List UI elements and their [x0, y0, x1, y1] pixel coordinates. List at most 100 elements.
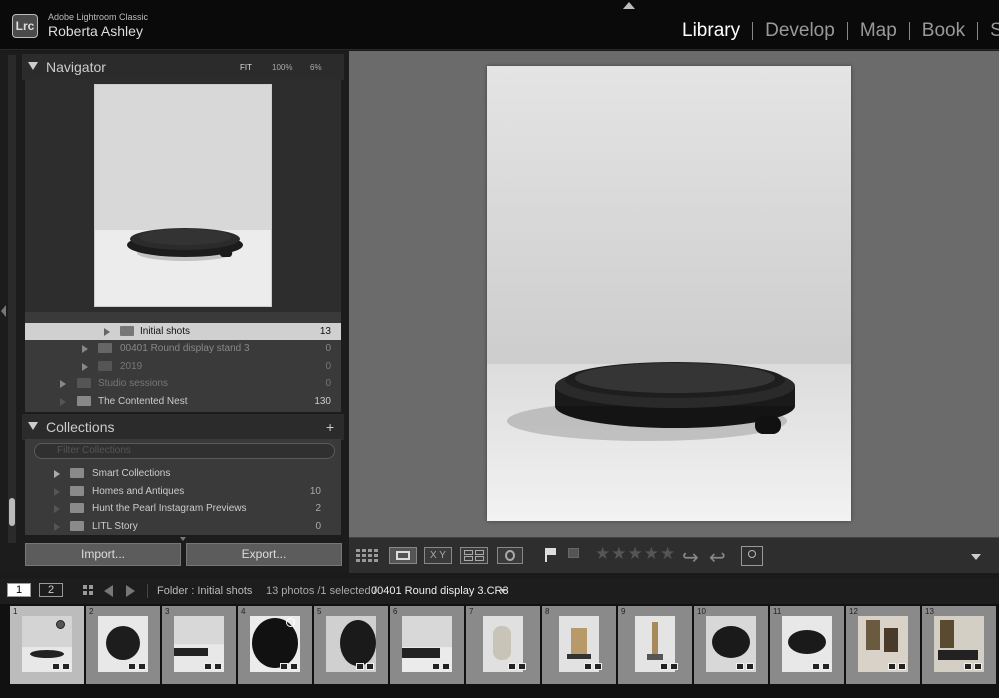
filter-collections-input[interactable]: Filter Collections — [34, 443, 335, 459]
zoom-custom[interactable]: 6% — [310, 63, 322, 72]
collection-badge-icon — [584, 663, 592, 670]
metadata-badge-icon — [62, 663, 70, 670]
module-book[interactable]: Book — [910, 20, 977, 42]
rotate-left-icon[interactable]: ↪ — [682, 545, 699, 570]
thumb-base — [647, 654, 663, 660]
main-photo[interactable] — [487, 66, 851, 521]
filename-dropdown-icon[interactable] — [500, 589, 506, 593]
module-map[interactable]: Map — [848, 20, 909, 42]
metadata-badge-icon — [746, 663, 754, 670]
collection-set-icon — [70, 468, 84, 478]
filmstrip-cell[interactable]: 11 — [770, 606, 844, 684]
filmstrip-cell[interactable]: 7 — [466, 606, 540, 684]
filmstrip-cell[interactable]: 10 — [694, 606, 768, 684]
grid-view-icon[interactable] — [355, 547, 381, 564]
left-panel-scroll-thumb[interactable] — [9, 498, 15, 526]
loupe-view[interactable] — [349, 51, 999, 537]
filmstrip-cell[interactable]: 3 — [162, 606, 236, 684]
expand-arrow-icon[interactable] — [54, 470, 60, 478]
thumbnail — [559, 616, 599, 672]
people-view-icon[interactable] — [497, 547, 523, 564]
module-library[interactable]: Library — [670, 20, 752, 42]
folder-row-initial-shots[interactable]: Initial shots 13 — [25, 323, 341, 340]
zoom-fit[interactable]: FIT — [240, 63, 252, 72]
filmstrip-cell[interactable]: 2 — [86, 606, 160, 684]
filmstrip-cell[interactable]: 6 — [390, 606, 464, 684]
navigator-thumbnail[interactable] — [94, 84, 272, 307]
expand-arrow-icon[interactable] — [54, 488, 60, 496]
expand-arrow-icon[interactable] — [82, 345, 88, 353]
import-button[interactable]: Import... — [25, 543, 181, 566]
more-panels-icon[interactable] — [180, 537, 186, 541]
folder-row-studio-sessions[interactable]: Studio sessions 0 — [25, 375, 341, 392]
collection-count: 2 — [315, 503, 321, 514]
folder-row-round-display[interactable]: 00401 Round display stand 3 0 — [25, 340, 341, 357]
thumb-subject — [866, 620, 880, 650]
filmstrip-cell[interactable]: 4 — [238, 606, 312, 684]
reject-flag-icon[interactable] — [568, 548, 579, 558]
window-1-tab[interactable]: 1 — [7, 583, 31, 597]
back-arrow-icon[interactable] — [104, 585, 113, 597]
module-develop[interactable]: Develop — [753, 20, 847, 42]
filmstrip-cell[interactable]: 9 — [618, 606, 692, 684]
module-slideshow[interactable]: Sl — [978, 20, 999, 42]
collapse-triangle-icon[interactable] — [28, 62, 38, 70]
cell-index: 7 — [469, 607, 474, 616]
selected-filename[interactable]: 00401 Round display 3.CR3 — [371, 585, 509, 597]
thumb-subject — [940, 620, 954, 648]
filmstrip-cell[interactable]: 13 — [922, 606, 996, 684]
expand-arrow-icon[interactable] — [104, 328, 110, 336]
loupe-view-icon[interactable] — [389, 547, 417, 564]
thumb-badge — [286, 618, 295, 627]
folder-row-contented-nest[interactable]: The Contented Nest 130 — [25, 393, 341, 410]
collection-name: LITL Story — [92, 521, 138, 532]
expand-arrow-icon[interactable] — [54, 523, 60, 531]
filmstrip-cell[interactable]: 8 — [542, 606, 616, 684]
toolbar-menu-icon[interactable] — [971, 554, 981, 560]
crop-face-icon[interactable] — [741, 546, 763, 566]
forward-arrow-icon[interactable] — [126, 585, 135, 597]
export-button[interactable]: Export... — [186, 543, 342, 566]
add-collection-icon[interactable]: + — [326, 419, 334, 435]
collapse-top-panel-icon[interactable] — [623, 2, 635, 9]
grid-icon[interactable] — [83, 585, 94, 596]
folder-row-partial — [25, 312, 341, 316]
collapse-left-panel-icon[interactable] — [1, 305, 6, 317]
expand-arrow-icon[interactable] — [60, 398, 66, 406]
folder-icon — [98, 361, 112, 371]
window-2-tab[interactable]: 2 — [39, 583, 63, 597]
survey-view-icon[interactable] — [460, 547, 488, 564]
collection-homes[interactable]: Homes and Antiques 10 — [25, 483, 341, 500]
collapse-triangle-icon[interactable] — [28, 422, 38, 430]
collection-badge-icon — [508, 663, 516, 670]
navigator-header[interactable]: Navigator FIT 100% 6% — [22, 54, 344, 80]
folder-source-label[interactable]: Folder : Initial shots — [157, 585, 252, 597]
folder-row-2019[interactable]: 2019 0 — [25, 358, 341, 375]
star-rating[interactable]: ★★★★★ — [595, 544, 676, 564]
folder-icon — [77, 396, 91, 406]
expand-arrow-icon[interactable] — [82, 363, 88, 371]
collection-badge-icon — [52, 663, 60, 670]
expand-arrow-icon[interactable] — [60, 380, 66, 388]
filmstrip-cell[interactable]: 1 — [10, 606, 84, 684]
collection-set-icon — [70, 503, 84, 513]
expand-arrow-icon[interactable] — [54, 505, 60, 513]
left-panel-scrollbar[interactable] — [8, 55, 16, 543]
library-toolbar: X Y ★★★★★ ↪ ↩ — [349, 537, 999, 573]
rotate-right-icon[interactable]: ↩ — [709, 545, 726, 570]
thumbnail — [483, 616, 523, 672]
folder-count: 0 — [325, 343, 331, 354]
filmstrip-cell[interactable]: 5 — [314, 606, 388, 684]
collection-hunt-pearl[interactable]: Hunt the Pearl Instagram Previews 2 — [25, 500, 341, 517]
pick-flag-icon[interactable] — [547, 548, 556, 555]
folder-name: 2019 — [120, 361, 143, 372]
collections-header[interactable]: Collections — [22, 414, 344, 440]
face-glyph — [505, 550, 515, 561]
collection-badge-icon — [888, 663, 896, 670]
zoom-100[interactable]: 100% — [272, 63, 292, 72]
compare-view-icon[interactable]: X Y — [424, 547, 452, 564]
filmstrip-cell[interactable]: 12 — [846, 606, 920, 684]
loupe-glyph — [396, 551, 410, 560]
collection-litl[interactable]: LITL Story 0 — [25, 518, 341, 535]
collection-smart[interactable]: Smart Collections — [25, 465, 341, 482]
